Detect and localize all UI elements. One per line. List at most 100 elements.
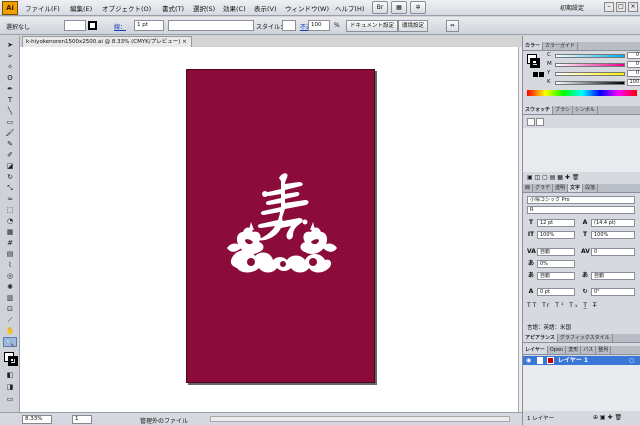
mesh-tool-icon[interactable]: # [3, 238, 17, 248]
layer-row[interactable]: ◉ レイヤー 1 ○ [523, 356, 640, 365]
close-tab-icon[interactable]: × [182, 39, 187, 45]
char-rotation-input[interactable]: 0° [591, 288, 635, 296]
align-options-icon[interactable]: ⇔ [446, 20, 459, 32]
tab-transparency[interactable]: 透明 [553, 184, 569, 192]
rectangle-tool-icon[interactable]: ▭ [3, 117, 17, 127]
artboard[interactable] [186, 69, 375, 383]
stroke-link[interactable]: 線： [114, 22, 126, 31]
tsume-input[interactable]: 0% [537, 260, 575, 268]
minimize-button[interactable]: – [604, 2, 614, 12]
horizontal-scrollbar[interactable] [210, 416, 510, 422]
arrange-documents-button[interactable]: ▦ [391, 1, 407, 14]
stroke-swatch[interactable] [88, 21, 97, 30]
channel-y-value[interactable]: 0 [627, 70, 640, 77]
channel-m-value[interactable]: 0 [627, 61, 640, 68]
gradient-tool-icon[interactable]: ▤ [3, 249, 17, 259]
selection-tool-icon[interactable]: ➤ [3, 40, 17, 50]
close-button[interactable]: × [628, 2, 638, 12]
scale-tool-icon[interactable]: ⤡ [3, 183, 17, 193]
menu-type[interactable]: 書式(T) [162, 3, 184, 13]
menu-edit[interactable]: 編集(E) [70, 3, 92, 13]
zoom-level-field[interactable]: 8.33% [22, 415, 52, 424]
tab-transform[interactable]: 変形 [566, 346, 582, 354]
swatch-none[interactable] [527, 118, 535, 126]
font-size-input[interactable]: 12 pt [537, 219, 575, 227]
pencil-tool-icon[interactable]: ✎ [3, 139, 17, 149]
channel-c-value[interactable]: 0 [627, 52, 640, 59]
artboard-tool-icon[interactable]: ⊡ [3, 304, 17, 314]
variable-width-profile[interactable] [168, 20, 254, 31]
tab-stroke[interactable]: 線 [523, 184, 534, 192]
pen-tool-icon[interactable]: ✒ [3, 84, 17, 94]
eye-icon[interactable]: ◉ [526, 356, 531, 365]
slice-tool-icon[interactable]: ⟋ [3, 315, 17, 325]
artboard-number-field[interactable]: 1 [72, 415, 92, 424]
canvas[interactable] [20, 47, 518, 412]
leading-input[interactable]: (14.4 pt) [591, 219, 635, 227]
target-icon[interactable]: ○ [629, 356, 634, 365]
channel-m-slider[interactable] [555, 63, 625, 67]
screen-mode-icon[interactable]: ▭ [3, 394, 17, 404]
workspace-switcher[interactable]: 初期設定 [560, 3, 584, 12]
lock-toggle[interactable] [537, 357, 543, 364]
menu-select[interactable]: 選択(S) [193, 3, 215, 13]
paintbrush-tool-icon[interactable]: 🖌 [3, 128, 17, 138]
horizontal-scale-input[interactable]: 100% [591, 231, 635, 239]
tab-appearance[interactable]: アピアランス [523, 334, 558, 342]
graph-tool-icon[interactable]: ▥ [3, 293, 17, 303]
tab-character[interactable]: 文字 [568, 184, 584, 192]
tab-gradient[interactable]: グラデ [533, 184, 554, 192]
tab-pathfinder[interactable]: パス [581, 346, 597, 354]
swatch-footer-icons[interactable]: ▣ ◫ ▢ ▤ ▦ ✚ 🗑 [527, 174, 579, 181]
baseline-shift-input[interactable]: 0 pt [537, 288, 575, 296]
preferences-button[interactable]: 環境設定 [398, 20, 429, 32]
color-spectrum-bar[interactable] [527, 90, 637, 96]
zoom-tool-icon[interactable]: 🔍 [3, 337, 17, 347]
rotate-tool-icon[interactable]: ↻ [3, 172, 17, 182]
swatch-list[interactable] [523, 128, 640, 172]
symbol-sprayer-icon[interactable]: ✺ [3, 282, 17, 292]
menu-effect[interactable]: 効果(C) [223, 3, 246, 13]
tab-layers[interactable]: レイヤー [523, 346, 548, 354]
perspective-grid-icon[interactable]: ▦ [3, 227, 17, 237]
tab-open[interactable]: Open [548, 346, 567, 354]
none-swatch[interactable] [533, 72, 538, 77]
channel-y-slider[interactable] [555, 72, 625, 76]
tab-color[interactable]: カラー [523, 42, 544, 50]
font-style-select[interactable]: R [527, 206, 635, 214]
tab-brushes[interactable]: ブラシ [553, 106, 573, 114]
type-tool-icon[interactable]: T [3, 95, 17, 105]
bridge-button[interactable]: Br [372, 1, 388, 14]
channel-k-value[interactable]: 100 [627, 79, 640, 86]
hand-tool-icon[interactable]: ✋ [3, 326, 17, 336]
direct-selection-tool-icon[interactable]: ➢ [3, 51, 17, 61]
color-mode-icon[interactable]: ◧ [3, 370, 17, 380]
star-icon[interactable]: ✲ [410, 1, 426, 14]
line-tool-icon[interactable]: ╲ [3, 106, 17, 116]
tab-symbols[interactable]: シンボル [573, 106, 598, 114]
menu-help[interactable]: ヘルプ(H) [335, 3, 364, 13]
eraser-tool-icon[interactable]: ◪ [3, 161, 17, 171]
fill-color-dropdown[interactable] [64, 20, 86, 31]
black-swatch[interactable] [539, 72, 544, 77]
warp-tool-icon[interactable]: ≈ [3, 194, 17, 204]
font-family-select[interactable]: 小塚ゴシック Pro [527, 196, 635, 204]
aki-right-input[interactable]: 自動 [591, 272, 635, 280]
maximize-button[interactable]: □ [616, 2, 626, 12]
channel-c-slider[interactable] [555, 54, 625, 58]
free-transform-icon[interactable]: ⬚ [3, 205, 17, 215]
language-label[interactable]: 言語：英語：米国 [527, 323, 571, 331]
kerning-input[interactable]: 自動 [537, 248, 575, 256]
tab-swatches[interactable]: スウォッチ [523, 106, 554, 114]
tab-graphic-styles[interactable]: グラフィックスタイル [558, 334, 613, 342]
document-tab[interactable]: k-hiyokenoren1500x2500.ai @ 8.33% (CMYK/… [22, 36, 192, 47]
shape-builder-icon[interactable]: ◔ [3, 216, 17, 226]
stroke-swatch-tool[interactable] [8, 356, 18, 366]
layer-footer-icons[interactable]: ⊕ ▣ ✚ 🗑 [593, 414, 622, 421]
document-setup-button[interactable]: ドキュメント設定 [346, 20, 399, 32]
blob-brush-icon[interactable]: ✐ [3, 150, 17, 160]
aki-left-input[interactable]: 自動 [537, 272, 575, 280]
tab-align[interactable]: 整列 [596, 346, 612, 354]
lasso-tool-icon[interactable]: ʘ [3, 73, 17, 83]
layer-name[interactable]: レイヤー 1 [558, 356, 588, 365]
